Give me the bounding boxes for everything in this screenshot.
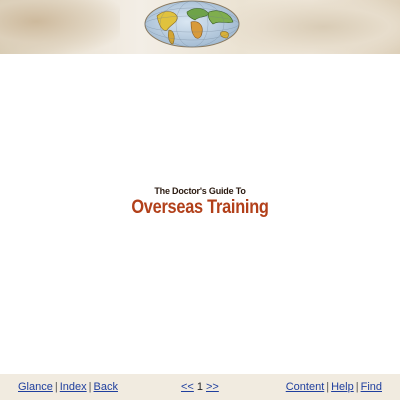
next-page-link[interactable]: >>	[206, 381, 219, 393]
separator: |	[54, 381, 58, 393]
title-block: The Doctor's Guide To Overseas Training	[0, 186, 400, 219]
page-navigation: << 1 >>	[181, 381, 219, 393]
content-link[interactable]: Content	[286, 381, 325, 393]
separator: |	[355, 381, 359, 393]
globe-icon	[144, 0, 240, 48]
previous-page-link[interactable]: <<	[181, 381, 194, 393]
back-link[interactable]: Back	[94, 381, 118, 393]
page-title: Overseas Training	[131, 197, 269, 218]
help-link[interactable]: Help	[331, 381, 354, 393]
banner-photo-left	[0, 0, 120, 54]
page-number: 1	[196, 381, 203, 393]
separator: |	[88, 381, 92, 393]
index-link[interactable]: Index	[60, 381, 87, 393]
footer-right-links: Content | Help | Find	[286, 381, 382, 393]
find-link[interactable]: Find	[361, 381, 382, 393]
header-banner	[0, 0, 400, 54]
footer-left-links: Glance | Index | Back	[18, 381, 118, 393]
footer-nav: Glance | Index | Back << 1 >> Content | Help | Fin…	[0, 374, 400, 400]
glance-link[interactable]: Glance	[18, 381, 53, 393]
banner-photo-right	[230, 0, 400, 54]
page-subtitle: The Doctor's Guide To	[154, 186, 246, 196]
